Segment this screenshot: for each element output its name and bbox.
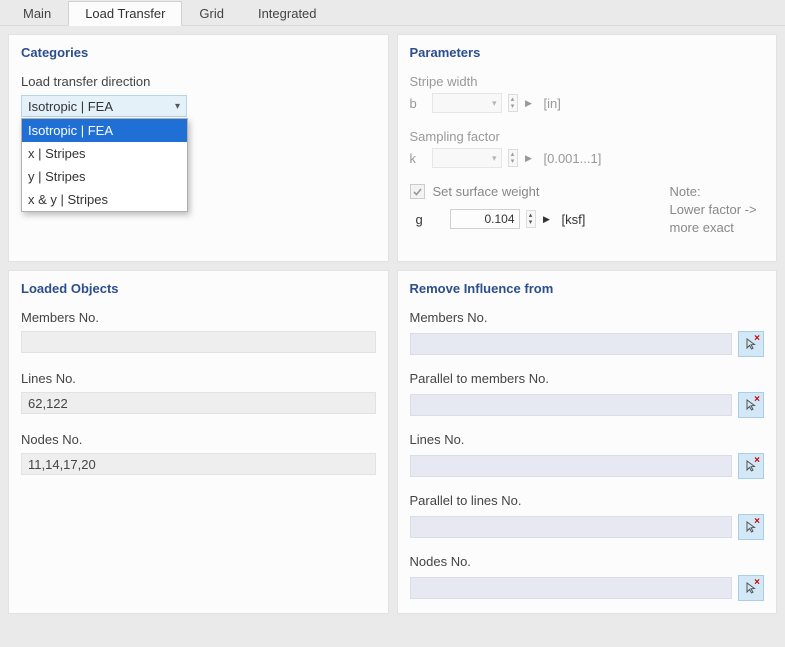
play-icon: ▶ [524,98,534,109]
remove-nodes-label: Nodes No. [410,554,765,569]
loaded-nodes-label: Nodes No. [21,432,376,447]
remove-parallel-members-label: Parallel to members No. [410,371,765,386]
remove-x-icon: × [754,517,760,527]
parameters-title: Parameters [410,45,765,60]
pick-members-button[interactable]: × [738,331,764,357]
loaded-lines-input[interactable]: 62,122 [21,392,376,414]
remove-x-icon: × [754,395,760,405]
direction-label: Load transfer direction [21,74,376,89]
pick-parallel-lines-button[interactable]: × [738,514,764,540]
tab-grid[interactable]: Grid [182,1,241,26]
remove-x-icon: × [754,334,760,344]
note-body: Lower factor -> more exact [670,201,777,237]
sampling-factor-label: Sampling factor [410,129,765,144]
sampling-factor-stepper: ▴▾ [508,149,518,167]
weight-symbol: g [416,212,432,227]
set-surface-weight-checkbox[interactable] [410,184,425,199]
tab-load-transfer[interactable]: Load Transfer [68,1,182,26]
weight-stepper[interactable]: ▴▾ [526,210,536,228]
loaded-objects-title: Loaded Objects [21,281,376,296]
pick-lines-button[interactable]: × [738,453,764,479]
remove-x-icon: × [754,578,760,588]
sampling-factor-input: ▾ [432,148,502,168]
remove-parallel-lines-input[interactable] [410,516,733,538]
direction-dropdown: Isotropic | FEA x | Stripes y | Stripes … [21,118,188,212]
play-icon[interactable]: ▶ [542,214,552,225]
stripe-width-unit: [in] [544,96,561,111]
tab-bar: Main Load Transfer Grid Integrated [0,0,785,26]
stripe-width-symbol: b [410,96,426,111]
direction-option-xy[interactable]: x & y | Stripes [22,188,187,211]
direction-selected-value: Isotropic | FEA [28,99,113,114]
remove-influence-title: Remove Influence from [410,281,765,296]
remove-x-icon: × [754,456,760,466]
set-surface-weight-label: Set surface weight [433,184,540,199]
remove-members-label: Members No. [410,310,765,325]
sampling-note: Note: Lower factor -> more exact [670,183,777,238]
direction-option-isotropic[interactable]: Isotropic | FEA [22,119,187,142]
chevron-down-icon: ▾ [492,153,497,164]
loaded-members-input[interactable] [21,331,376,353]
weight-input[interactable]: 0.104 [450,209,520,229]
remove-influence-panel: Remove Influence from Members No. × Para… [397,270,778,614]
parameters-panel: Parameters Stripe width b ▾ ▴▾ ▶ [in] Sa… [397,34,778,262]
pick-parallel-members-button[interactable]: × [738,392,764,418]
stripe-width-input: ▾ [432,93,502,113]
tab-integrated[interactable]: Integrated [241,1,334,26]
stripe-width-label: Stripe width [410,74,765,89]
remove-members-input[interactable] [410,333,733,355]
weight-unit: [ksf] [562,212,586,227]
remove-lines-input[interactable] [410,455,733,477]
remove-nodes-input[interactable] [410,577,733,599]
tab-main[interactable]: Main [6,1,68,26]
direction-combobox[interactable]: Isotropic | FEA ▾ Isotropic | FEA x | St… [21,95,187,117]
loaded-nodes-input[interactable]: 11,14,17,20 [21,453,376,475]
categories-title: Categories [21,45,376,60]
sampling-factor-symbol: k [410,151,426,166]
pick-nodes-button[interactable]: × [738,575,764,601]
stripe-width-stepper: ▴▾ [508,94,518,112]
loaded-lines-label: Lines No. [21,371,376,386]
loaded-objects-panel: Loaded Objects Members No. Lines No. 62,… [8,270,389,614]
categories-panel: Categories Load transfer direction Isotr… [8,34,389,262]
sampling-factor-range: [0.001...1] [544,151,602,166]
direction-option-x[interactable]: x | Stripes [22,142,187,165]
chevron-down-icon: ▾ [175,101,180,112]
direction-option-y[interactable]: y | Stripes [22,165,187,188]
play-icon: ▶ [524,153,534,164]
loaded-members-label: Members No. [21,310,376,325]
remove-lines-label: Lines No. [410,432,765,447]
note-title: Note: [670,183,777,201]
remove-parallel-members-input[interactable] [410,394,733,416]
chevron-down-icon: ▾ [492,98,497,109]
remove-parallel-lines-label: Parallel to lines No. [410,493,765,508]
